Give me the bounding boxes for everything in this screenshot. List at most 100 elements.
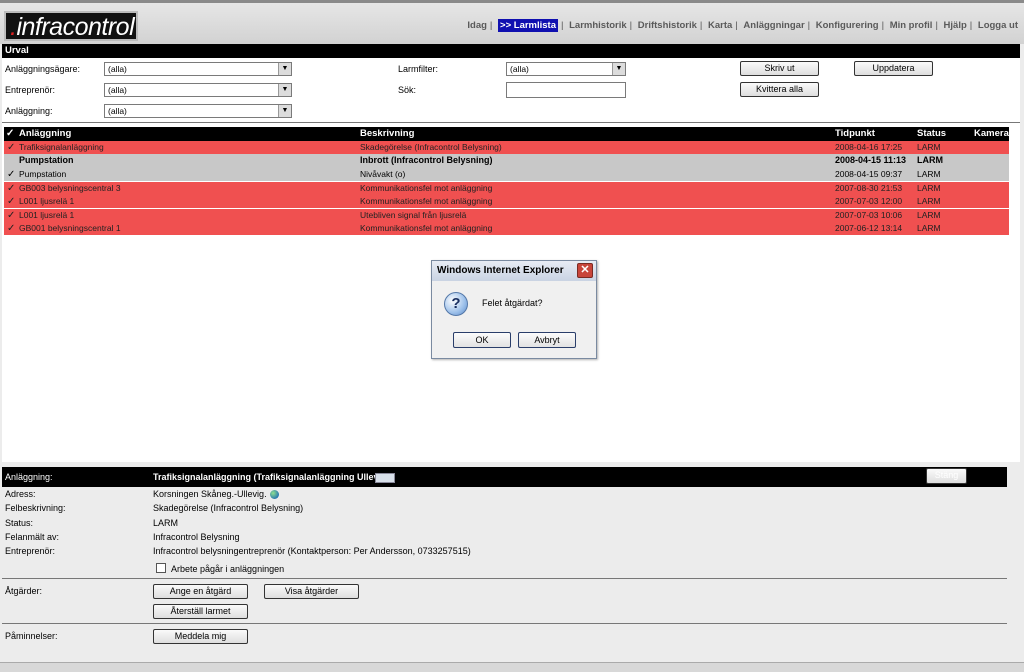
main-content: Urval Anläggningsägare: (alla) ▼ Entrepre…: [2, 44, 1020, 462]
row-time: 2007-07-03 12:00: [835, 196, 903, 206]
print-button[interactable]: Skriv ut: [740, 61, 819, 76]
alarmfilter-select[interactable]: (alla) ▼: [506, 62, 626, 76]
contractor-select[interactable]: (alla) ▼: [104, 83, 292, 97]
row-time: 2008-04-15 11:13: [835, 155, 907, 165]
divider: [2, 623, 1007, 624]
row-status: LARM: [917, 142, 941, 152]
table-row[interactable]: ✓ GB001 belysningscentral 1 Kommunikatio…: [4, 222, 1009, 235]
nav-driftshistorik[interactable]: Driftshistorik: [638, 20, 697, 31]
col-anlaggning[interactable]: Anläggning: [19, 127, 71, 141]
confirm-dialog: Windows Internet Explorer ✕ ? Felet åtgä…: [431, 260, 597, 359]
col-beskrivning[interactable]: Beskrivning: [360, 127, 414, 141]
row-status: LARM: [917, 210, 941, 220]
alarm-table-header: ✓ Anläggning Beskrivning Tidpunkt Status…: [4, 127, 1009, 141]
row-time: 2008-04-16 17:25: [835, 142, 903, 152]
contractor-value: Infracontrol belysningentreprenör (Konta…: [153, 546, 471, 556]
row-time: 2007-06-12 13:14: [835, 223, 903, 233]
work-checkbox[interactable]: [156, 563, 166, 573]
row-facility: L001 ljusrelä 1: [19, 210, 75, 220]
row-time: 2008-04-15 09:37: [835, 169, 903, 179]
row-facility: Trafiksignalanläggning: [19, 142, 104, 152]
nav-hjalp[interactable]: Hjälp: [944, 20, 967, 31]
check-icon[interactable]: ✓: [7, 141, 15, 154]
address-label: Adress:: [5, 489, 36, 499]
ok-button[interactable]: OK: [453, 332, 511, 348]
row-facility: Pumpstation: [19, 169, 67, 179]
globe-icon[interactable]: [269, 490, 279, 500]
chevron-down-icon: ▼: [278, 63, 291, 75]
ack-all-button[interactable]: Kvittera alla: [740, 82, 819, 97]
row-facility: GB001 belysningscentral 1: [19, 223, 121, 233]
dialog-message: Felet åtgärdat?: [482, 298, 543, 308]
row-description: Skadegörelse (Infracontrol Belysning): [360, 142, 502, 152]
check-icon[interactable]: ✓: [7, 195, 15, 208]
row-status: LARM: [917, 155, 943, 165]
row-status: LARM: [917, 223, 941, 233]
update-button[interactable]: Uppdatera: [854, 61, 933, 76]
row-description: Nivåvakt (o): [360, 169, 406, 179]
row-status: LARM: [917, 183, 941, 193]
facility-select[interactable]: (alla) ▼: [104, 104, 292, 118]
nav-konfigurering[interactable]: Konfigurering: [816, 20, 879, 31]
detail-facility-label: Anläggning:: [5, 472, 53, 482]
check-icon[interactable]: ✓: [7, 209, 15, 222]
show-actions-button[interactable]: Visa åtgärder: [264, 584, 359, 599]
row-description: Utebliven signal från ljusrelä: [360, 210, 467, 220]
nav-idag[interactable]: Idag: [467, 20, 487, 31]
close-button[interactable]: Stäng: [926, 468, 967, 484]
detail-header: Anläggning: Trafiksignalanläggning (Traf…: [2, 467, 1007, 487]
alarmfilter-label: Larmfilter:: [398, 64, 439, 74]
facility-label: Anläggning:: [5, 106, 53, 116]
detail-facility-value: Trafiksignalanläggning (Trafiksignalanlä…: [153, 472, 385, 482]
col-kamera[interactable]: Kamera: [974, 127, 1009, 141]
chevron-down-icon: ▼: [278, 105, 291, 117]
divider: [2, 578, 1007, 579]
nav-larmlista[interactable]: >> Larmlista: [498, 19, 559, 32]
check-icon[interactable]: ✓: [7, 182, 15, 195]
address-value: Korsningen Skåneg.-Ullevig.: [153, 489, 279, 500]
nav-logga-ut[interactable]: Logga ut: [978, 20, 1018, 31]
logo[interactable]: .infracontrol: [4, 11, 138, 41]
row-facility: GB003 belysningscentral 3: [19, 183, 121, 193]
search-input[interactable]: [506, 82, 626, 98]
reported-value: Infracontrol Belysning: [153, 532, 240, 542]
reset-alarm-button[interactable]: Återställ larmet: [153, 604, 248, 619]
reported-label: Felanmält av:: [5, 532, 60, 542]
nav-larmhistorik[interactable]: Larmhistorik: [569, 20, 627, 31]
table-row[interactable]: ✓ Pumpstation Nivåvakt (o) 2008-04-15 09…: [4, 168, 1009, 181]
table-row[interactable]: ✓ L001 ljusrelä 1 Utebliven signal från …: [4, 209, 1009, 222]
status-value: LARM: [153, 518, 179, 528]
table-row[interactable]: ✓ Trafiksignalanläggning Skadegörelse (I…: [4, 141, 1009, 154]
detail-panel: Anläggning: Trafiksignalanläggning (Traf…: [2, 463, 1020, 663]
table-row[interactable]: ✓ L001 ljusrelä 1 Kommunikationsfel mot …: [4, 195, 1009, 208]
notify-button[interactable]: Meddela mig: [153, 629, 248, 644]
browser-status-bar: [0, 662, 1024, 672]
question-icon: ?: [444, 292, 468, 316]
nav-karta[interactable]: Karta: [708, 20, 732, 31]
row-description: Kommunikationsfel mot anläggning: [360, 223, 493, 233]
col-status[interactable]: Status: [917, 127, 946, 141]
edit-icon[interactable]: [375, 473, 395, 483]
nav-anlaggningar[interactable]: Anläggningar: [743, 20, 804, 31]
row-time: 2007-07-03 10:06: [835, 210, 903, 220]
contractor-label: Entreprenör:: [5, 546, 56, 556]
close-icon[interactable]: ✕: [577, 263, 593, 278]
check-all-icon[interactable]: ✓: [6, 127, 14, 141]
nav-min-profil[interactable]: Min profil: [890, 20, 933, 31]
table-row[interactable]: Pumpstation Inbrott (Infracontrol Belysn…: [4, 154, 1009, 168]
cancel-button[interactable]: Avbryt: [518, 332, 576, 348]
status-label: Status:: [5, 518, 34, 528]
chevron-down-icon: ▼: [612, 63, 625, 75]
add-action-button[interactable]: Ange en åtgärd: [153, 584, 248, 599]
owner-select[interactable]: (alla) ▼: [104, 62, 292, 76]
dialog-title[interactable]: Windows Internet Explorer ✕: [432, 261, 596, 281]
row-description: Inbrott (Infracontrol Belysning): [360, 155, 493, 165]
work-checkbox-label: Arbete pågår i anläggningen: [171, 564, 285, 574]
row-facility: Pumpstation: [19, 155, 74, 165]
row-time: 2007-08-30 21:53: [835, 183, 903, 193]
check-icon[interactable]: ✓: [7, 168, 15, 181]
check-icon[interactable]: ✓: [7, 222, 15, 235]
col-tidpunkt[interactable]: Tidpunkt: [835, 127, 875, 141]
row-status: LARM: [917, 196, 941, 206]
table-row[interactable]: ✓ GB003 belysningscentral 3 Kommunikatio…: [4, 182, 1009, 195]
